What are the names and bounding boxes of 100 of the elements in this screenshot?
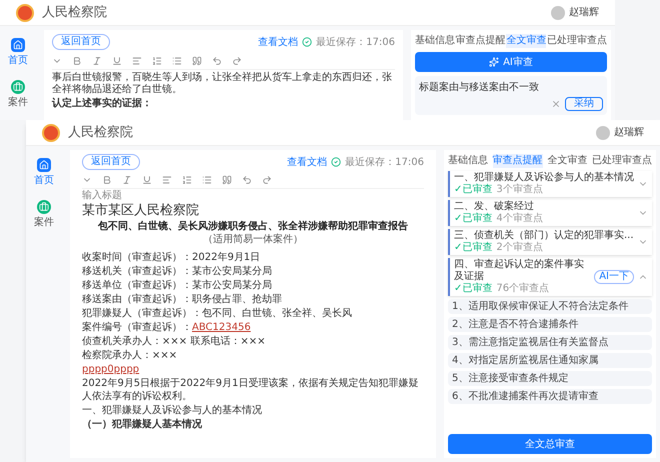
review-point[interactable]: 5、注意接受审查条件规定 bbox=[448, 371, 652, 386]
review-section[interactable]: 二、发、破案经过 ✓已审查 4个审查点 bbox=[448, 200, 652, 226]
undo-icon[interactable] bbox=[212, 56, 222, 66]
user-name: 赵瑞辉 bbox=[614, 126, 644, 140]
point-count: 76个审查点 bbox=[496, 283, 550, 295]
home-icon bbox=[11, 38, 25, 52]
document-paragraph: 认定上述事实的证据： bbox=[52, 98, 153, 110]
save-time: 最近保存：17:06 bbox=[345, 156, 424, 170]
accept-button[interactable]: 采纳 bbox=[565, 97, 603, 111]
panel-tab[interactable]: 全文审查 bbox=[506, 34, 546, 48]
align-left-icon[interactable] bbox=[162, 174, 172, 184]
italic-icon[interactable] bbox=[92, 56, 102, 66]
document-paragraph: 2022年9月5日根据于2022年9月1日受理该案，依据有关规定告知犯罪嫌疑人依法享有的诉讼权利。 bbox=[82, 377, 420, 403]
emblem-icon bbox=[16, 4, 34, 22]
point-count: 2个审查点 bbox=[496, 242, 543, 254]
review-point[interactable]: 4、对指定居所监视居住通知家属 bbox=[448, 353, 652, 368]
field-value: 2022年9月1日 bbox=[192, 251, 260, 264]
field-label: 移送机关（审查起诉）： bbox=[82, 265, 192, 278]
underline-icon[interactable] bbox=[112, 56, 122, 66]
point-count: 4个审查点 bbox=[496, 213, 543, 225]
quote-icon[interactable] bbox=[192, 56, 202, 66]
field-value: ××× 联系电话：××× bbox=[162, 335, 266, 348]
review-section[interactable]: 一、犯罪嫌疑人及诉讼参与人的基本情况 ✓已审查 3个审查点 bbox=[448, 171, 652, 197]
section-title: 二、发、破案经过 bbox=[454, 201, 535, 212]
field-value: 职务侵占罪、抢劫罪 bbox=[192, 293, 282, 306]
full-review-button[interactable]: 全文总审查 bbox=[448, 434, 652, 454]
point-count: 3个审查点 bbox=[496, 184, 543, 196]
nav-item[interactable]: 案件 bbox=[34, 200, 54, 230]
avatar-icon bbox=[551, 6, 565, 20]
emblem-icon bbox=[42, 124, 60, 142]
back-button[interactable]: 返回首页 bbox=[52, 34, 110, 50]
document-paragraph: 一、犯罪嫌疑人及诉讼参与人的基本情况 bbox=[82, 404, 263, 417]
review-section[interactable]: 四、审查起诉认定的案件事实及证据 ✓已审查 76个审查点 AI一下 bbox=[448, 258, 652, 296]
review-point[interactable]: 3、需注意指定监视居住有关监督点 bbox=[448, 335, 652, 350]
panel-tab[interactable]: 全文审查 bbox=[547, 154, 588, 168]
review-status: ✓已审查 bbox=[454, 213, 492, 225]
report-subheading: （适用简易一体案件） bbox=[202, 234, 304, 246]
document-paragraph: 事后白世镜报警，百晓生等人到场，让张全祥把从货车上拿走的东西归还，张全祥将物品退还给了白世镜。 bbox=[52, 72, 393, 96]
bold-icon[interactable] bbox=[102, 174, 112, 184]
redo-icon[interactable] bbox=[262, 174, 272, 184]
org-name: 人民检察院 bbox=[42, 4, 107, 22]
numbered-list-icon[interactable] bbox=[182, 174, 192, 184]
review-status: ✓已审查 bbox=[454, 283, 492, 295]
quote-icon[interactable] bbox=[222, 174, 232, 184]
back-button[interactable]: 返回首页 bbox=[82, 154, 140, 170]
undo-icon[interactable] bbox=[242, 174, 252, 184]
nav-item[interactable]: 首页 bbox=[8, 38, 28, 68]
briefcase-icon bbox=[37, 200, 51, 214]
panel-tab[interactable]: 已处理审查点 bbox=[546, 34, 607, 48]
dismiss-icon[interactable] bbox=[551, 99, 561, 109]
section-title: 四、审查起诉认定的案件事实及证据 bbox=[454, 259, 585, 282]
bullet-list-icon[interactable] bbox=[172, 56, 182, 66]
align-left-icon[interactable] bbox=[132, 56, 142, 66]
field-label: 收案时间（审查起诉）： bbox=[82, 251, 192, 264]
save-time: 最近保存：17:06 bbox=[316, 36, 395, 50]
panel-tab[interactable]: 基础信息 bbox=[448, 154, 488, 168]
italic-icon[interactable] bbox=[122, 174, 132, 184]
field-label: 侦查机关承办人： bbox=[82, 335, 162, 348]
field-value[interactable]: ABC123456 bbox=[192, 321, 251, 334]
document-org-title: 某市某区人民检察院 bbox=[82, 203, 200, 219]
title-label: 输入标题 bbox=[82, 190, 123, 202]
panel-tab[interactable]: 审查点提醒 bbox=[492, 154, 543, 168]
field-value: 某市公安局某分局 bbox=[192, 279, 272, 292]
sparkle-icon bbox=[489, 57, 500, 67]
document-paragraph: （一）犯罪嫌疑人基本情况 bbox=[82, 418, 203, 431]
saved-check-icon bbox=[331, 157, 342, 167]
bold-icon[interactable] bbox=[72, 56, 82, 66]
avatar-icon bbox=[596, 126, 610, 140]
panel-tab[interactable]: 已处理审查点 bbox=[592, 154, 652, 168]
view-document-link[interactable]: 查看文档 bbox=[287, 154, 328, 170]
section-title: 一、犯罪嫌疑人及诉讼参与人的基本情况 bbox=[454, 172, 634, 184]
field-value: 包不同、白世镜、张全祥、吴长风 bbox=[202, 307, 352, 320]
underline-icon[interactable] bbox=[142, 174, 152, 184]
redo-icon[interactable] bbox=[232, 56, 242, 66]
review-point[interactable]: 2、注意是否不符合逮捕条件 bbox=[448, 317, 652, 332]
marked-code: pppp0pppp bbox=[82, 363, 140, 376]
nav-item[interactable]: 案件 bbox=[8, 80, 28, 110]
review-status: ✓已审查 bbox=[454, 184, 492, 196]
user-name: 赵瑞辉 bbox=[569, 6, 599, 20]
numbered-list-icon[interactable] bbox=[152, 56, 162, 66]
review-section[interactable]: 三、侦查机关（部门）认定的犯罪事实... ✓已审查 2个审查点 bbox=[448, 229, 652, 255]
review-point[interactable]: 6、不批准逮捕案件再次提请审查 bbox=[448, 389, 652, 404]
section-title: 三、侦查机关（部门）认定的犯罪事实... bbox=[454, 230, 634, 242]
panel-tab[interactable]: 基础信息 bbox=[415, 34, 455, 48]
bullet-list-icon[interactable] bbox=[202, 174, 212, 184]
ai-badge[interactable]: AI一下 bbox=[594, 270, 634, 284]
view-document-link[interactable]: 查看文档 bbox=[258, 34, 298, 50]
ai-review-button[interactable]: AI审查 bbox=[415, 52, 607, 72]
nav-item[interactable]: 首页 bbox=[34, 158, 54, 188]
report-heading: 包不同、白世镜、吴长风涉嫌职务侵占、张全祥涉嫌帮助犯罪审查报告 bbox=[96, 220, 409, 233]
field-label: 犯罪嫌疑人（审查起诉）： bbox=[82, 307, 202, 320]
panel-tab[interactable]: 审查点提醒 bbox=[456, 34, 506, 48]
briefcase-icon bbox=[11, 80, 25, 94]
suggestion-text: 标题案由与移送案由不一致 bbox=[419, 80, 540, 95]
field-label: 移送单位（审查起诉）： bbox=[82, 279, 192, 292]
review-point[interactable]: 1、适用取保候审保证人不符合法定条件 bbox=[448, 299, 652, 314]
org-name: 人民检察院 bbox=[68, 124, 133, 142]
field-label: 检察院承办人： bbox=[82, 349, 152, 362]
field-value: 某市公安局某分局 bbox=[192, 265, 272, 278]
field-label: 案件编号（审查起诉）： bbox=[82, 321, 192, 334]
